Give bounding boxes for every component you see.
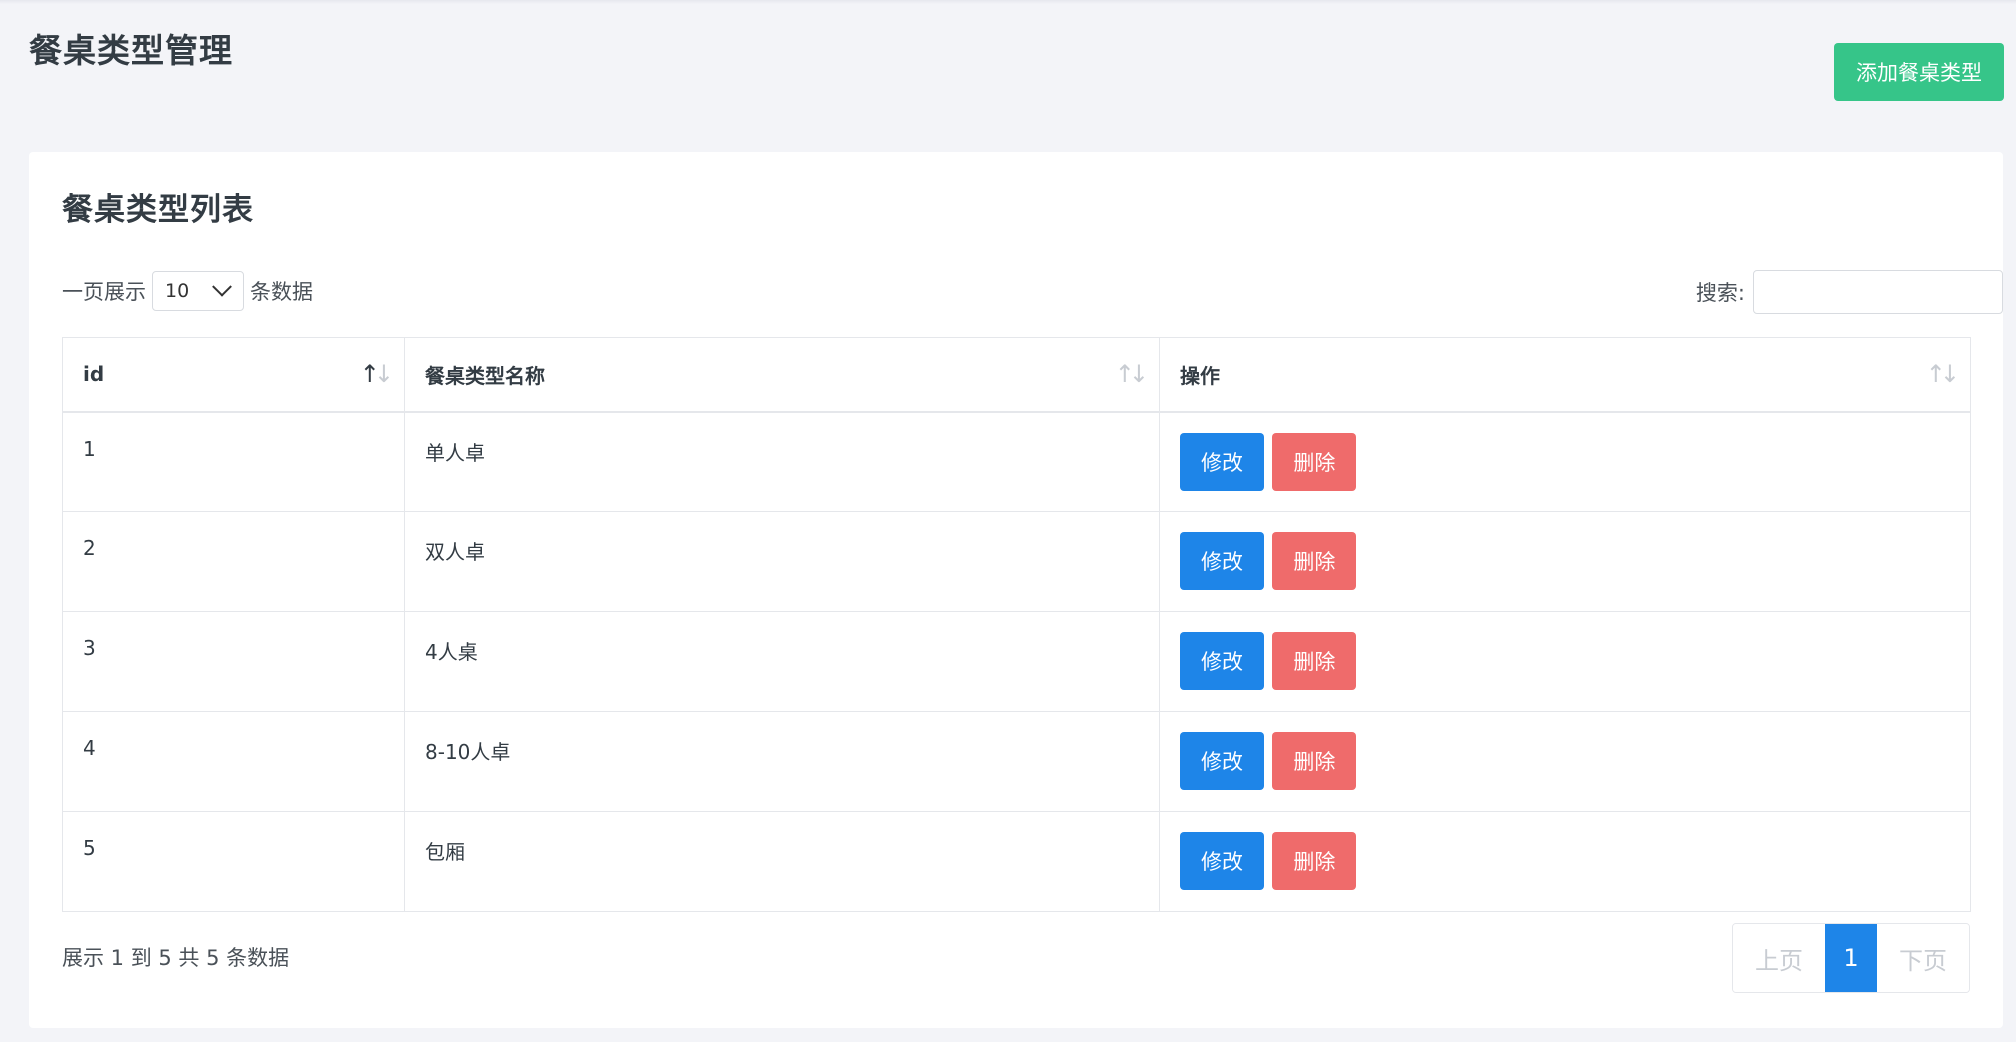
- edit-button[interactable]: 修改: [1180, 432, 1264, 491]
- table-row: 1 单人卓 修改 删除: [62, 411, 1971, 512]
- sort-ascending-icon: ↑↓: [359, 360, 394, 389]
- delete-button[interactable]: 删除: [1272, 432, 1357, 491]
- cell-name: 4人桌: [404, 611, 1160, 712]
- page-header: 餐桌类型管理 添加餐桌类型: [0, 0, 2016, 130]
- table-info: 展示 1 到 5 共 5 条数据: [62, 946, 290, 970]
- table-type-table: id ↑↓ 餐桌类型名称 ↑↓ 操作 ↑↓ 1 单人卓 修改 删除 2 双人卓 …: [62, 337, 1971, 912]
- column-header-id[interactable]: id ↑↓: [62, 337, 405, 413]
- cell-id: 4: [62, 711, 405, 812]
- pagination: 上页 1 下页: [1732, 923, 1970, 993]
- edit-button[interactable]: 修改: [1180, 632, 1264, 690]
- page-button-current[interactable]: 1: [1825, 924, 1877, 992]
- cell-id: 3: [62, 611, 405, 712]
- table-header-row: id ↑↓ 餐桌类型名称 ↑↓ 操作 ↑↓: [62, 337, 1971, 413]
- chevron-down-icon: [212, 276, 232, 297]
- cell-name: 8-10人卓: [404, 711, 1160, 812]
- sort-icon: ↑↓: [1114, 360, 1149, 389]
- cell-id: 2: [62, 511, 405, 612]
- edit-button[interactable]: 修改: [1180, 732, 1264, 790]
- add-table-type-button[interactable]: 添加餐桌类型: [1834, 43, 2004, 101]
- cell-name: 双人卓: [404, 511, 1160, 612]
- cell-name: 包厢: [404, 811, 1160, 912]
- table-row: 4 8-10人卓 修改 删除: [62, 711, 1971, 812]
- column-header-actions[interactable]: 操作 ↑↓: [1159, 337, 1971, 413]
- table-wrap: id ↑↓ 餐桌类型名称 ↑↓ 操作 ↑↓ 1 单人卓 修改 删除 2 双人卓 …: [62, 337, 1971, 912]
- cell-actions: 修改 删除: [1159, 411, 1971, 512]
- edit-button[interactable]: 修改: [1180, 532, 1264, 590]
- column-header-label: id: [83, 362, 105, 387]
- prev-page-button[interactable]: 上页: [1733, 924, 1825, 992]
- edit-button[interactable]: 修改: [1180, 832, 1264, 890]
- search-input[interactable]: [1753, 270, 2003, 314]
- cell-actions: 修改 删除: [1159, 711, 1971, 812]
- cell-id: 1: [62, 411, 405, 512]
- cell-id: 5: [62, 811, 405, 912]
- delete-button[interactable]: 删除: [1272, 832, 1357, 890]
- card-title: 餐桌类型列表: [62, 192, 254, 228]
- search-control: 搜索:: [1696, 270, 2003, 314]
- cell-actions: 修改 删除: [1159, 511, 1971, 612]
- page-length-value: 10: [165, 280, 190, 302]
- column-header-name[interactable]: 餐桌类型名称 ↑↓: [404, 337, 1160, 413]
- table-row: 5 包厢 修改 删除: [62, 811, 1971, 912]
- page-title: 餐桌类型管理: [29, 31, 233, 70]
- cell-name: 单人卓: [404, 411, 1160, 512]
- page-length-suffix: 条数据: [250, 280, 313, 304]
- page-length-control: 一页展示 10 条数据: [62, 270, 313, 312]
- column-header-label: 餐桌类型名称: [425, 363, 545, 388]
- delete-button[interactable]: 删除: [1272, 532, 1357, 590]
- next-page-button[interactable]: 下页: [1877, 924, 1969, 992]
- delete-button[interactable]: 删除: [1272, 732, 1357, 790]
- cell-actions: 修改 删除: [1159, 811, 1971, 912]
- sort-icon: ↑↓: [1925, 360, 1960, 389]
- page-length-prefix: 一页展示: [62, 280, 146, 304]
- delete-button[interactable]: 删除: [1272, 632, 1357, 690]
- column-header-label: 操作: [1180, 363, 1220, 388]
- search-label: 搜索:: [1695, 281, 1745, 305]
- table-row: 3 4人桌 修改 删除: [62, 611, 1971, 712]
- page-length-select[interactable]: 10: [152, 271, 244, 311]
- cell-actions: 修改 删除: [1159, 611, 1971, 712]
- table-type-list-card: 餐桌类型列表 一页展示 10 条数据 搜索: id ↑↓ 餐桌类型名称 ↑↓ 操…: [29, 152, 2003, 1028]
- table-row: 2 双人卓 修改 删除: [62, 511, 1971, 612]
